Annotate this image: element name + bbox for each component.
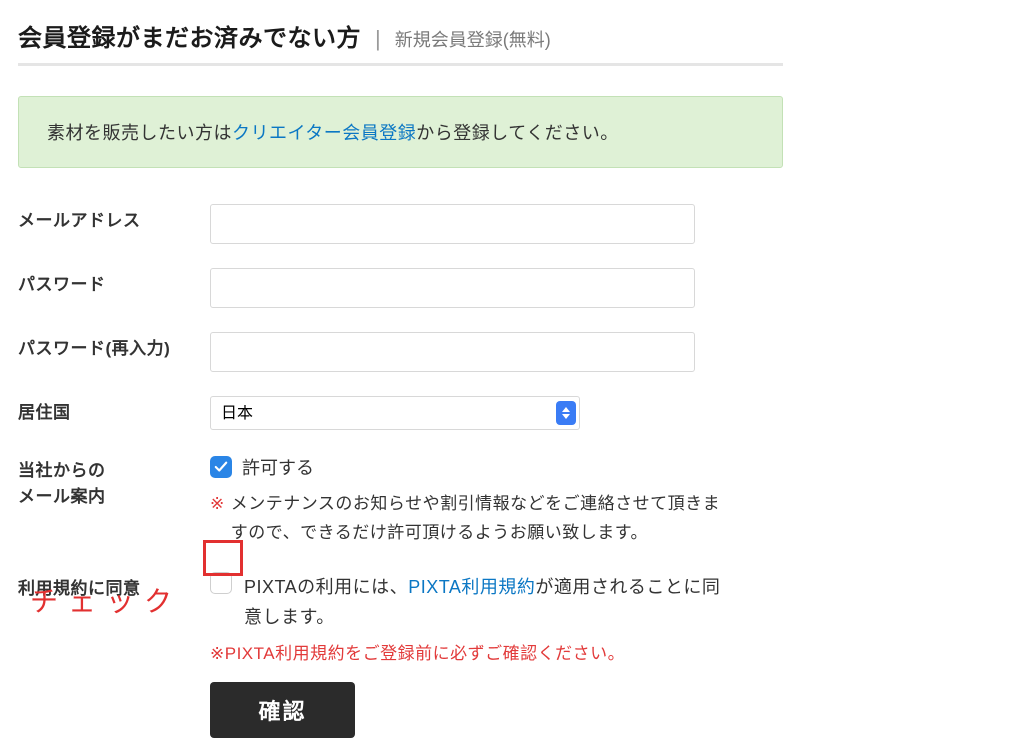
password-confirm-label: パスワード(再入力) — [18, 332, 210, 362]
country-select[interactable]: 日本 — [210, 396, 580, 430]
email-field[interactable] — [210, 204, 695, 244]
page-heading: 会員登録がまだお済みでない方 | 新規会員登録(無料) — [18, 18, 1006, 53]
terms-link[interactable]: PIXTA利用規約 — [408, 577, 535, 597]
heading-underline — [18, 63, 783, 66]
creator-notice-suffix: から登録してください。 — [416, 123, 618, 143]
page-title: 会員登録がまだお済みでない方 — [18, 18, 361, 53]
mail-opt-permit-text: 許可する — [242, 454, 314, 480]
terms-warning: ※PIXTA利用規約をご登録前に必ずご確認ください。 — [210, 639, 770, 664]
terms-checkbox[interactable] — [210, 572, 232, 594]
mail-opt-label-line1: 当社からの — [18, 461, 106, 480]
password-confirm-field[interactable] — [210, 332, 695, 372]
country-label: 居住国 — [18, 396, 210, 426]
annotation-check-text: チェック — [30, 580, 182, 620]
confirm-button[interactable]: 確認 — [210, 682, 355, 738]
mail-opt-note: メンテナンスのお知らせや割引情報などをご連絡させて頂きますので、できるだけ許可頂… — [231, 490, 731, 548]
page-subtitle: 新規会員登録(無料) — [395, 26, 551, 52]
password-label: パスワード — [18, 268, 210, 298]
mail-opt-label-line2: メール案内 — [18, 487, 106, 506]
creator-notice: 素材を販売したい方はクリエイター会員登録から登録してください。 — [18, 96, 783, 168]
mail-opt-label: 当社からの メール案内 — [18, 454, 210, 509]
mail-opt-checkbox[interactable] — [210, 456, 232, 478]
asterisk-icon: ※ — [210, 490, 225, 548]
creator-register-link[interactable]: クリエイター会員登録 — [232, 123, 416, 143]
title-separator: | — [375, 26, 381, 52]
terms-text-prefix: PIXTAの利用には、 — [244, 577, 408, 597]
email-label: メールアドレス — [18, 204, 210, 234]
password-field[interactable] — [210, 268, 695, 308]
creator-notice-prefix: 素材を販売したい方は — [47, 123, 232, 143]
check-icon — [214, 460, 228, 474]
